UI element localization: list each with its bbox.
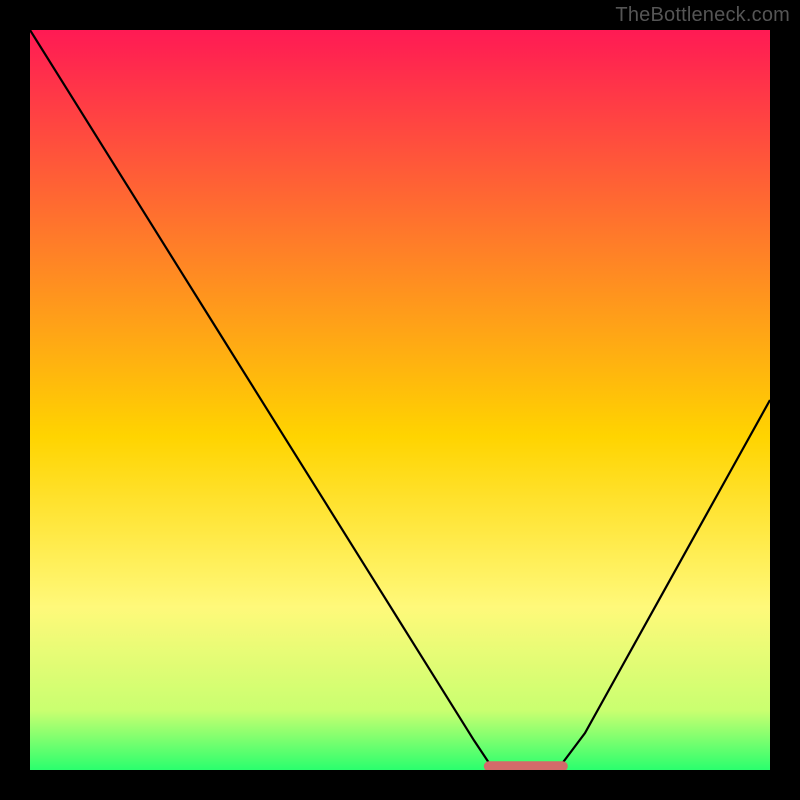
watermark-text: TheBottleneck.com (615, 4, 790, 27)
gradient-background (30, 30, 770, 770)
chart-container: TheBottleneck.com (0, 0, 800, 800)
chart-svg (0, 0, 800, 800)
